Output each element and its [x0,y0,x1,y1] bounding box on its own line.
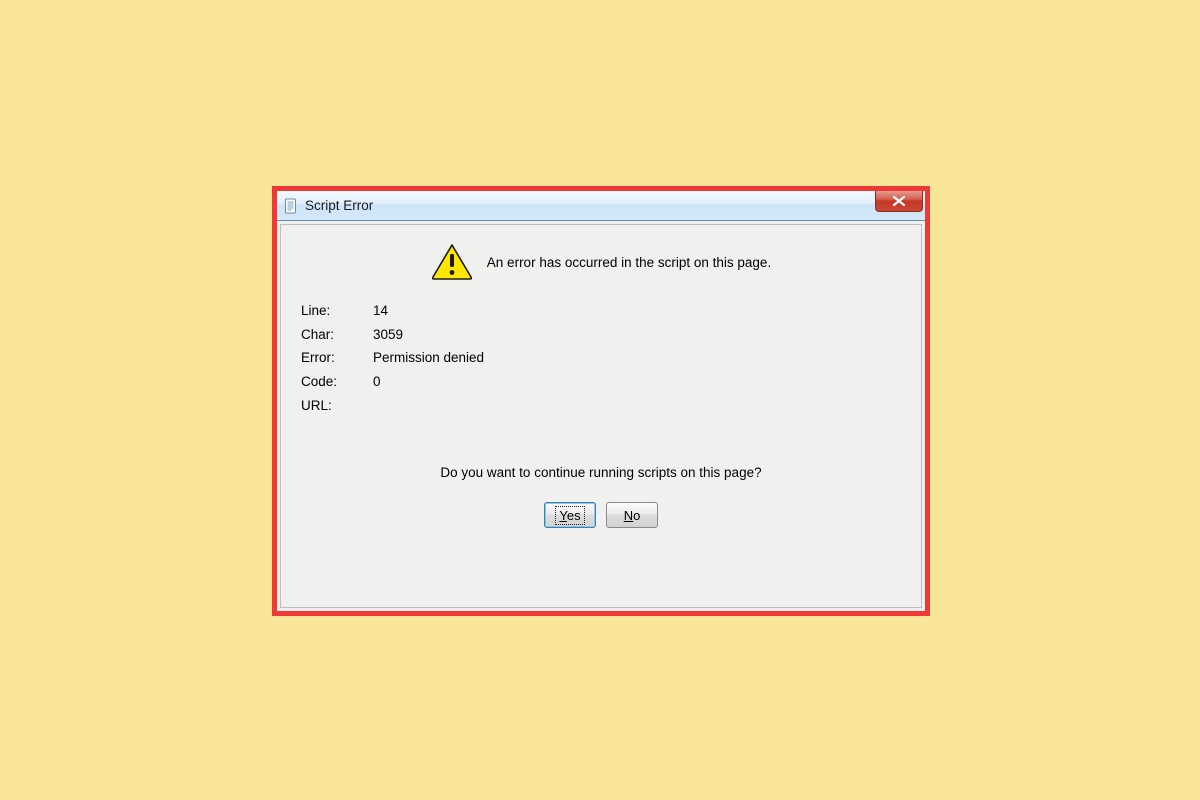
highlight-frame: Script Error An error has oc [272,186,930,616]
document-icon [283,198,299,214]
line-label: Line: [301,299,373,323]
detail-row-error: Error: Permission denied [301,346,903,370]
message-row: An error has occurred in the script on t… [297,237,905,295]
error-details: Line: 14 Char: 3059 Error: Permission de… [297,295,905,417]
continue-prompt: Do you want to continue running scripts … [297,465,905,480]
error-value: Permission denied [373,346,484,370]
close-button[interactable] [875,191,923,212]
no-button-label: No [624,508,641,523]
dialog-title: Script Error [305,198,373,213]
char-value: 3059 [373,323,403,347]
detail-row-line: Line: 14 [301,299,903,323]
no-button[interactable]: No [606,502,658,528]
dialog-content: An error has occurred in the script on t… [280,224,922,608]
error-message: An error has occurred in the script on t… [487,255,771,270]
code-value: 0 [373,370,381,394]
error-label: Error: [301,346,373,370]
titlebar[interactable]: Script Error [277,191,925,221]
url-label: URL: [301,394,373,418]
yes-button-label: Yes [557,508,582,523]
close-icon [892,195,906,207]
line-value: 14 [373,299,388,323]
yes-button[interactable]: Yes [544,502,596,528]
script-error-dialog: Script Error An error has oc [277,191,925,611]
detail-row-char: Char: 3059 [301,323,903,347]
warning-icon [431,243,473,281]
detail-row-code: Code: 0 [301,370,903,394]
char-label: Char: [301,323,373,347]
code-label: Code: [301,370,373,394]
detail-row-url: URL: [301,394,903,418]
button-row: Yes No [297,502,905,528]
